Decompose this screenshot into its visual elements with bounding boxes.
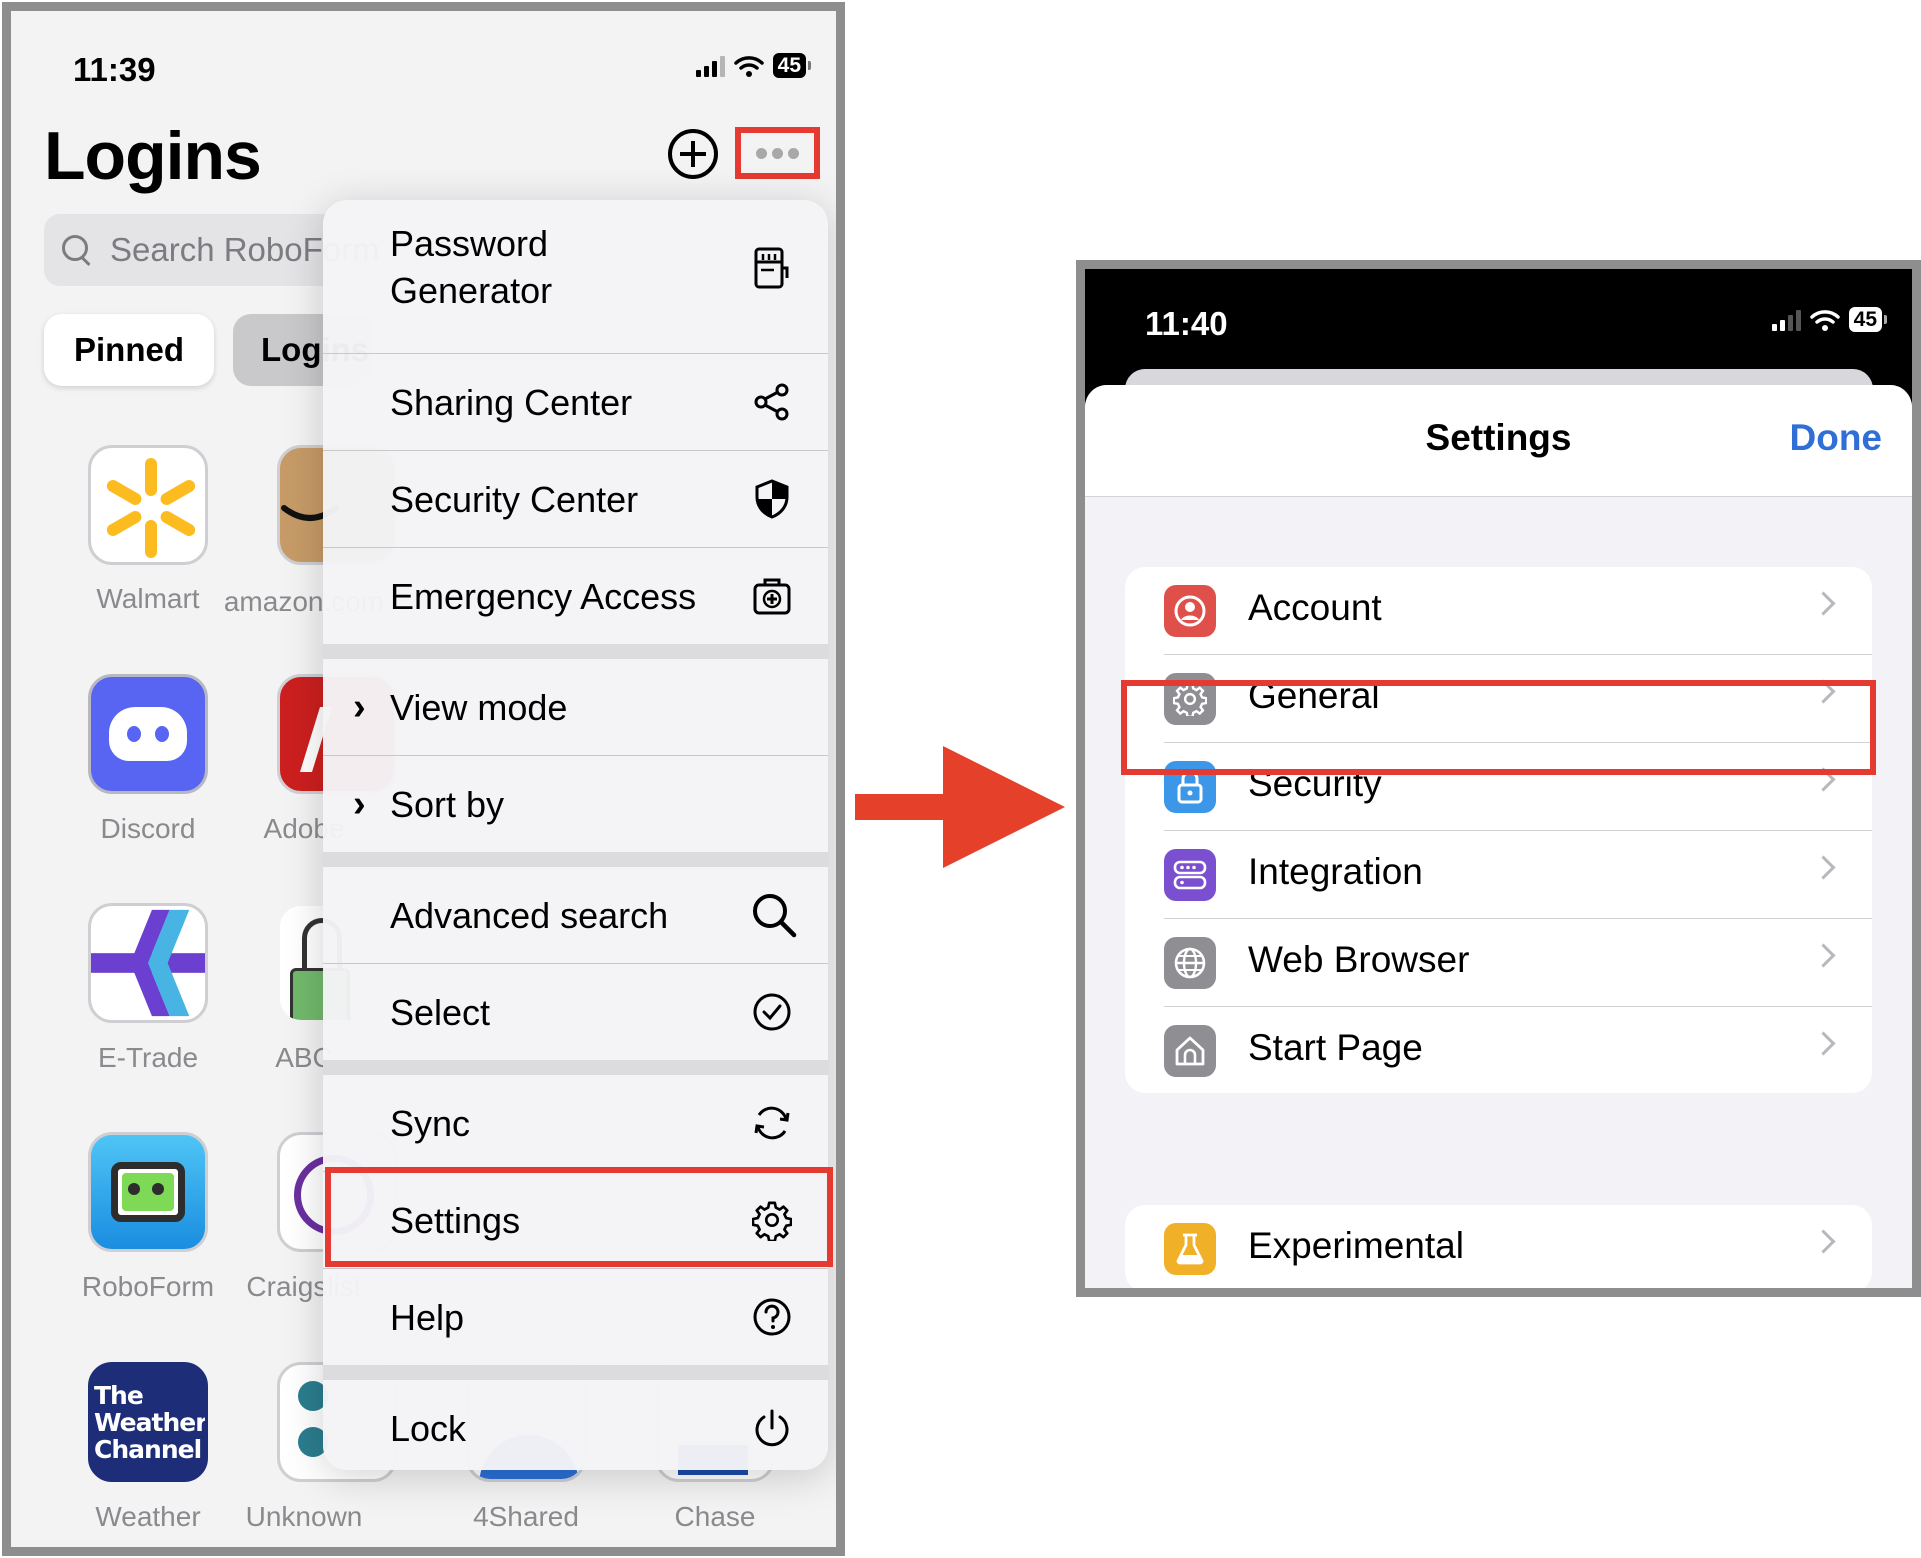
menu-item-sharing-center[interactable]: Sharing Center <box>323 354 828 450</box>
flask-icon <box>1164 1223 1216 1275</box>
integration-icon <box>1164 849 1216 901</box>
chevron-right-icon <box>1811 855 1836 880</box>
row-label: Experimental <box>1248 1225 1464 1266</box>
add-login-button[interactable] <box>668 129 718 179</box>
search-icon <box>750 891 798 939</box>
checkmark-circle-icon <box>752 992 792 1032</box>
page-title: Logins <box>44 118 262 194</box>
chevron-right-icon <box>1811 591 1836 616</box>
more-dot <box>772 147 783 159</box>
etrade-app-icon[interactable] <box>88 903 208 1023</box>
weather-logo-line: Channel <box>94 1434 202 1464</box>
menu-item-select[interactable]: Select <box>323 964 828 1060</box>
transition-arrow <box>855 746 1065 868</box>
account-icon <box>1164 585 1216 637</box>
menu-label: Sync <box>390 1102 471 1144</box>
chevron-right-icon: › <box>353 685 366 728</box>
share-icon <box>752 382 792 422</box>
app-label-4shared: 4Shared <box>473 1501 579 1532</box>
wifi-icon <box>733 55 764 77</box>
menu-item-advanced-search[interactable]: Advanced search <box>323 867 828 963</box>
row-label: Account <box>1248 587 1382 628</box>
menu-item-security-center[interactable]: Security Center <box>323 451 828 547</box>
question-circle-icon <box>752 1297 792 1337</box>
menu-item-lock[interactable]: Lock <box>323 1380 828 1470</box>
settings-sheet: Settings Done Account General Security I… <box>1085 385 1912 1288</box>
app-label-unknown: Unknown <box>245 1501 363 1532</box>
settings-row-account[interactable]: Account <box>1125 567 1872 654</box>
search-icon <box>62 235 92 265</box>
menu-item-sort-by[interactable]: › Sort by <box>323 756 828 852</box>
settings-row-experimental[interactable]: Experimental <box>1125 1205 1872 1288</box>
chevron-right-icon <box>1811 943 1836 968</box>
menu-item-view-mode[interactable]: › View mode <box>323 659 828 755</box>
status-time: 11:40 <box>1145 305 1228 342</box>
menu-label-generator: Generator <box>390 270 553 311</box>
battery-icon: 45 <box>1848 307 1888 332</box>
weather-logo-line: The <box>94 1380 144 1410</box>
chevron-right-icon <box>1811 1031 1836 1056</box>
cellular-signal-icon <box>695 55 725 77</box>
battery-icon: 45 <box>772 53 812 78</box>
settings-row-web-browser[interactable]: Web Browser <box>1125 919 1872 1006</box>
wifi-icon <box>1809 309 1840 331</box>
chevron-right-icon: › <box>353 782 366 825</box>
power-icon <box>752 1408 792 1448</box>
settings-row-start-page[interactable]: Start Page <box>1125 1007 1872 1093</box>
home-icon <box>1164 1025 1216 1077</box>
globe-icon <box>1164 937 1216 989</box>
walmart-app-icon[interactable] <box>88 445 208 565</box>
discord-app-icon[interactable] <box>88 674 208 794</box>
sync-icon <box>752 1103 792 1143</box>
row-label: Start Page <box>1248 1027 1423 1068</box>
experimental-group: Experimental <box>1125 1205 1872 1288</box>
done-button[interactable]: Done <box>1790 417 1883 459</box>
more-dot <box>788 147 799 159</box>
password-generator-icon <box>752 247 792 289</box>
menu-label: Sort by <box>390 783 505 825</box>
settings-highlight-box <box>325 1167 833 1267</box>
menu-label: Lock <box>390 1407 467 1449</box>
menu-label: View mode <box>390 686 568 728</box>
row-label: Integration <box>1248 851 1423 892</box>
more-dot <box>756 147 767 159</box>
status-time: 11:39 <box>73 51 156 88</box>
status-icons: 45 <box>695 53 812 78</box>
emergency-kit-icon <box>752 576 792 616</box>
menu-label: Help <box>390 1296 465 1338</box>
menu-item-help[interactable]: Help <box>323 1269 828 1365</box>
settings-row-integration[interactable]: Integration <box>1125 831 1872 918</box>
status-icons: 45 <box>1771 307 1888 332</box>
menu-label: Security Center <box>390 478 639 520</box>
menu-label: Advanced search <box>390 894 669 936</box>
chevron-right-icon <box>1811 1229 1836 1254</box>
weather-channel-app-icon[interactable]: The Weather Channel <box>88 1362 208 1482</box>
tab-pinned[interactable]: Pinned <box>44 314 214 386</box>
settings-screen: 11:40 45 Settings Done Account General S… <box>1076 260 1921 1297</box>
menu-label: Select <box>390 991 491 1033</box>
row-label: Web Browser <box>1248 939 1470 980</box>
more-options-menu: Password Generator Sharing Center Securi… <box>323 200 828 1470</box>
menu-label: Emergency Access <box>390 575 697 617</box>
menu-item-emergency-access[interactable]: Emergency Access <box>323 548 828 644</box>
menu-label-password: Password <box>390 223 549 264</box>
menu-item-password-generator[interactable]: Password Generator <box>323 200 828 342</box>
menu-item-sync[interactable]: Sync <box>323 1075 828 1171</box>
weather-logo-line: Weather <box>94 1407 207 1437</box>
cellular-signal-icon <box>1771 309 1801 331</box>
more-options-button[interactable] <box>735 127 820 179</box>
roboform-app-icon[interactable] <box>88 1132 208 1252</box>
page-title: Settings <box>1425 417 1572 458</box>
menu-label: Sharing Center <box>390 381 633 423</box>
account-highlight-box <box>1121 680 1876 775</box>
logins-screen: 11:39 45 Logins Search RoboForm Pinned L… <box>2 2 845 1556</box>
sheet-header: Settings Done <box>1085 385 1912 497</box>
settings-list: Account General Security Integration Web… <box>1125 567 1872 1093</box>
app-label-chase: Chase <box>674 1501 756 1532</box>
shield-icon <box>752 479 792 519</box>
